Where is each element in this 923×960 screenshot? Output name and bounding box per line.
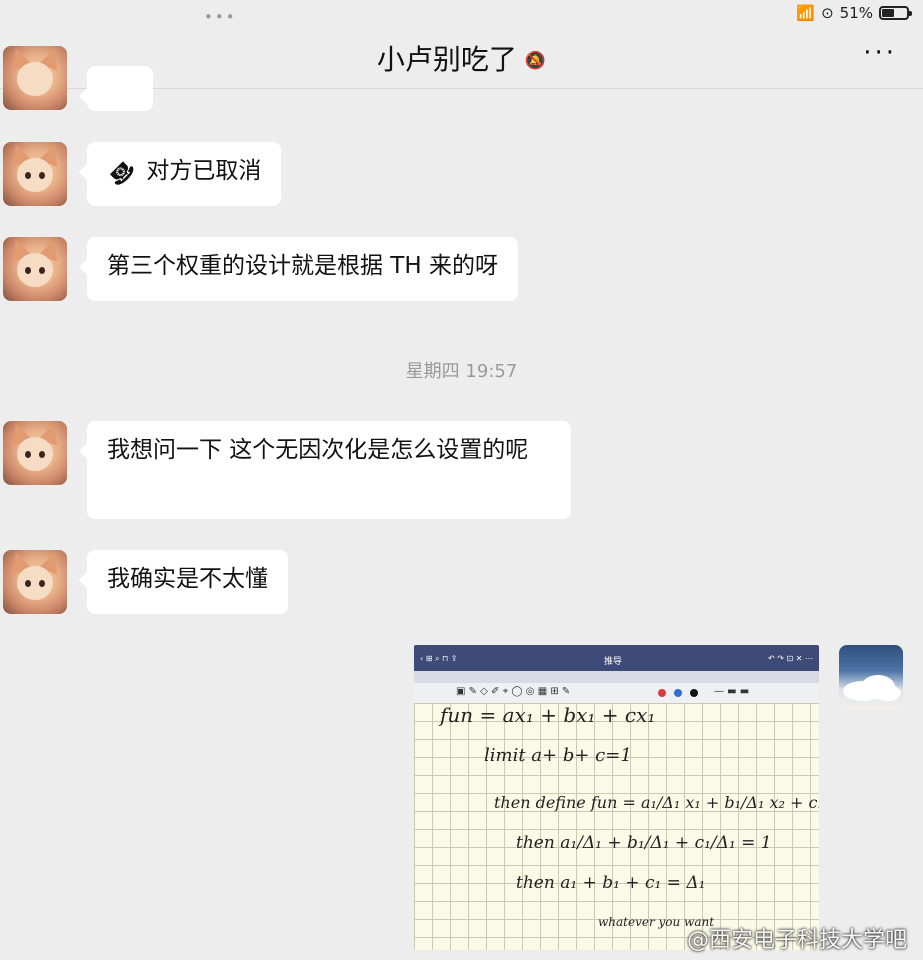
fox-face [17, 253, 53, 287]
notes-app-toolbar: ‹ ⊞ ⌕ ⊓ ⇪ 推导 ↶ ↷ ⊡ ✕ ⋯ [414, 645, 819, 671]
fox-eye [25, 580, 31, 587]
message-text: 我想问一下 这个无因次化是怎么设置的呢 [107, 437, 529, 463]
fox-eye [25, 451, 31, 458]
image-message[interactable]: ‹ ⊞ ⌕ ⊓ ⇪ 推导 ↶ ↷ ⊡ ✕ ⋯ ▣ ✎ ◇ ✐ ⌖ ◯ ◎ ▦ ⊞… [414, 645, 819, 950]
wifi-icon: 📶 [796, 4, 816, 22]
status-indicators: 📶 ⊙ 51% [796, 4, 912, 22]
message-bubble[interactable]: 我想问一下 这个无因次化是怎么设置的呢 [79, 421, 571, 519]
phone-hangup-icon: ☎ [102, 153, 140, 191]
fox-eye [39, 267, 45, 274]
call-message-bubble[interactable]: ☎ 对方已取消 [78, 142, 282, 206]
notes-tab-bar [414, 671, 819, 683]
notes-app-title: 推导 [604, 657, 623, 667]
fox-eye [39, 580, 45, 587]
handwritten-line: fun = ax₁ + bx₁ + cx₁ [440, 703, 656, 727]
contact-avatar[interactable] [3, 46, 67, 110]
chat-title-text: 小卢别吃了 [376, 43, 517, 76]
weibo-watermark: @西安电子科技大学吧 [686, 928, 907, 953]
message-timestamp: 星期四 19:57 [405, 361, 518, 382]
notes-actions-icon: ↶ ↷ ⊡ ✕ ⋯ [768, 654, 813, 663]
fox-eye [39, 172, 45, 179]
blue-color-swatch [674, 689, 682, 697]
handwritten-line: limit a+ b+ c=1 [484, 745, 632, 766]
stroke-width-icon: — ▬ ▬ [714, 686, 750, 697]
fox-eye [39, 451, 45, 458]
black-color-swatch [690, 689, 698, 697]
contact-avatar[interactable] [3, 421, 67, 485]
rotation-lock-icon: ⊙ [821, 4, 834, 22]
message-bubble[interactable]: 第三个权重的设计就是根据 TH 来的呀 [79, 237, 518, 301]
battery-fill [882, 9, 894, 17]
battery-percent: 51% [839, 4, 873, 22]
fox-eye [25, 172, 31, 179]
message-bubble[interactable]: 我确实是不太懂 [79, 550, 288, 614]
handwritten-note-page: fun = ax₁ + bx₁ + cx₁ limit a+ b+ c=1 th… [414, 703, 819, 950]
my-avatar[interactable] [839, 645, 903, 709]
mute-bell-icon: 🔕 [524, 51, 547, 71]
notes-pen-toolbar: ▣ ✎ ◇ ✐ ⌖ ◯ ◎ ▦ ⊞ ✎ — ▬ ▬ [414, 683, 819, 704]
status-bar: ••• 📶 ⊙ 51% [0, 0, 923, 28]
battery-icon [879, 6, 912, 20]
contact-avatar[interactable] [3, 237, 67, 301]
notes-back-icon: ‹ ⊞ ⌕ ⊓ ⇪ [420, 654, 458, 663]
fox-eye [25, 267, 31, 274]
handwritten-line: then define fun = a₁/Δ₁ x₁ + b₁/Δ₁ x₂ + … [494, 793, 819, 812]
contact-avatar[interactable] [3, 550, 67, 614]
fox-face [17, 437, 53, 471]
more-options-icon[interactable]: ··· [863, 38, 897, 68]
contact-avatar[interactable] [3, 142, 67, 206]
message-bubble-partial[interactable] [79, 66, 153, 111]
fox-face [17, 158, 53, 192]
call-status-text: 对方已取消 [146, 158, 262, 184]
message-text: 我确实是不太懂 [107, 566, 268, 592]
handwritten-line: then a₁/Δ₁ + b₁/Δ₁ + c₁/Δ₁ = 1 [516, 833, 772, 853]
cloud-shape [875, 685, 901, 701]
message-text: 第三个权重的设计就是根据 TH 来的呀 [107, 253, 498, 279]
red-color-swatch [658, 689, 666, 697]
fox-face [17, 566, 53, 600]
handwritten-line: then a₁ + b₁ + c₁ = Δ₁ [516, 873, 706, 893]
fox-face [17, 62, 53, 96]
pen-tools-icon: ▣ ✎ ◇ ✐ ⌖ ◯ ◎ ▦ ⊞ ✎ [456, 686, 571, 697]
multitask-dots-icon[interactable]: ••• [204, 8, 237, 26]
